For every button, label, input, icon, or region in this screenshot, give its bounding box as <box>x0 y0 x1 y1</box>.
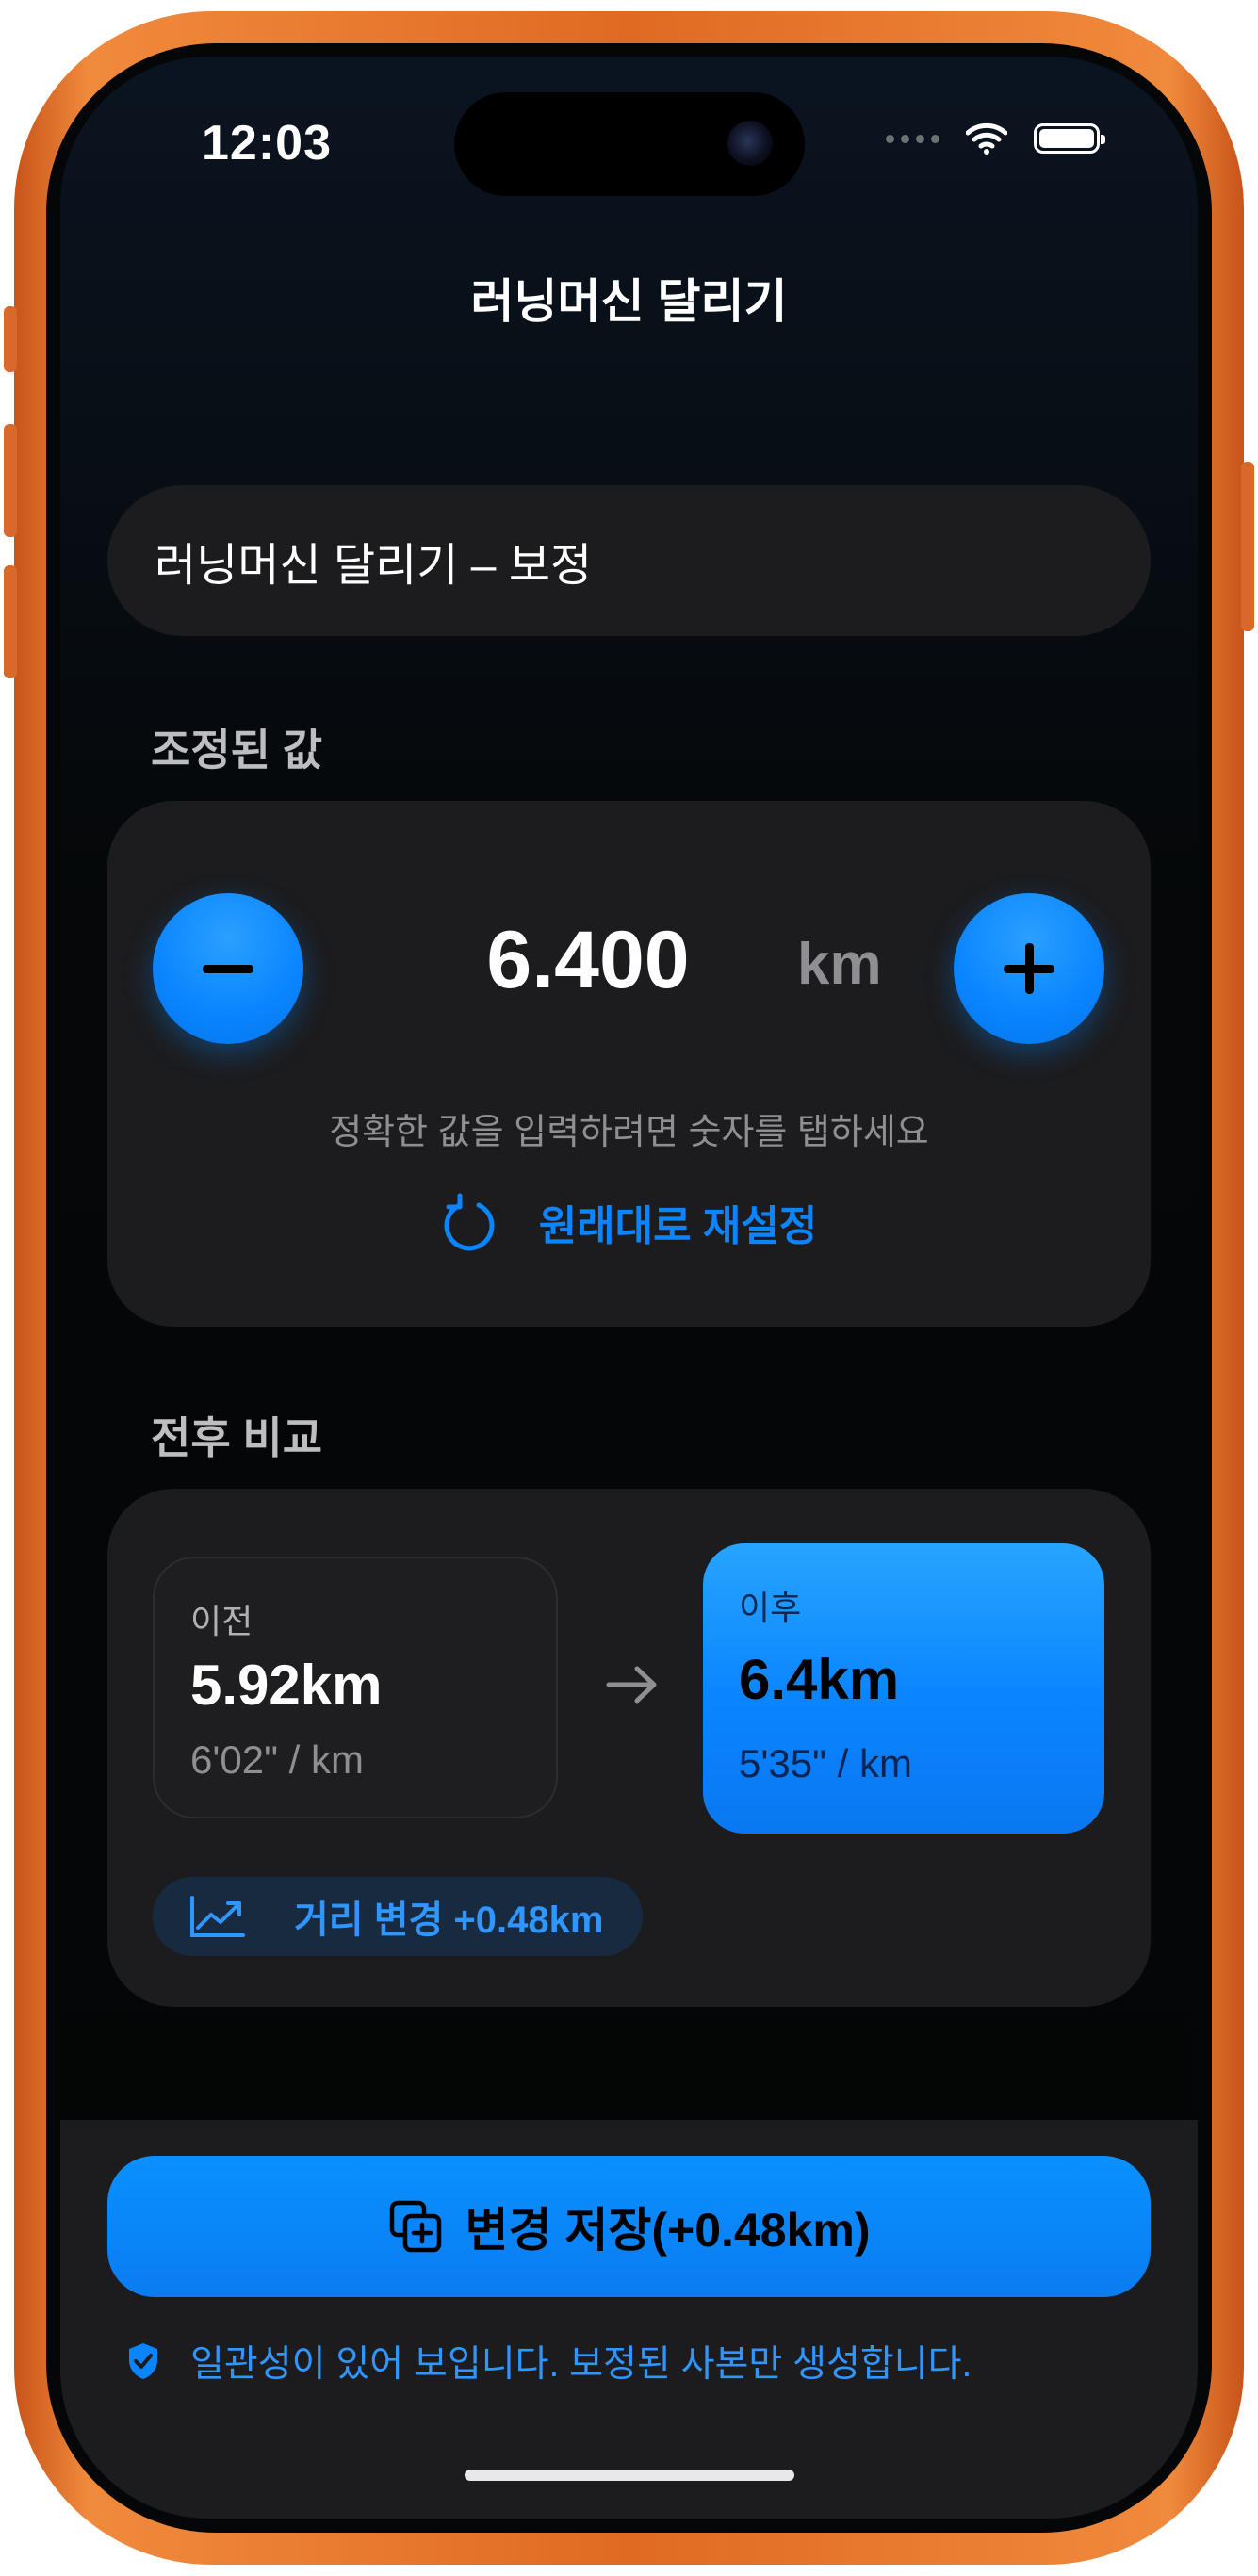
adjusted-value[interactable]: 6.400 <box>428 914 748 1007</box>
reset-icon <box>444 1193 495 1251</box>
arrow-right-icon <box>606 1666 657 1704</box>
unit-label: km <box>797 932 882 997</box>
title-input[interactable]: 러닝머신 달리기 – 보정 <box>107 485 1151 636</box>
distance-change-badge: 거리 변경 +0.48km <box>153 1877 643 1956</box>
adjust-card: 6.400 km 정확한 값을 입력하려면 숫자를 탭하세요 원래대로 재설정 <box>107 801 1151 1327</box>
comparison-card: 이전 5.92km 6'02" / km 이후 6.4km 5'35" / km… <box>107 1489 1151 2007</box>
save-label: 변경 저장(+0.48km) <box>465 2204 871 2257</box>
camera-icon <box>727 121 773 166</box>
volume-up-button <box>4 424 17 537</box>
note-text: 일관성이 있어 보입니다. 보정된 사본만 생성합니다. <box>190 2344 972 2385</box>
signal-icon <box>886 134 939 143</box>
screen: 12:03 러닝머신 달리기 러닝머신 달리기 – 보정 조정된 값 6.400… <box>60 57 1198 2519</box>
volume-down-button <box>4 565 17 678</box>
adjusted-section-label: 조정된 값 <box>151 726 323 774</box>
action-button <box>4 306 17 372</box>
dynamic-island <box>454 92 805 196</box>
power-button <box>1241 462 1254 631</box>
home-indicator[interactable] <box>465 2470 794 2481</box>
status-time: 12:03 <box>202 116 332 171</box>
before-label: 이전 <box>190 1602 253 1640</box>
shield-check-icon <box>129 2343 157 2379</box>
bottom-bar: 변경 저장(+0.48km) 일관성이 있어 보입니다. 보정된 사본만 생성합… <box>60 2120 1198 2519</box>
before-distance: 5.92km <box>190 1654 383 1717</box>
hint-text: 정확한 값을 입력하려면 숫자를 탭하세요 <box>329 1113 929 1152</box>
increment-button[interactable] <box>954 893 1104 1044</box>
comparison-section-label: 전후 비교 <box>151 1413 323 1462</box>
status-indicators <box>886 122 1105 155</box>
page-title: 러닝머신 달리기 <box>470 275 788 328</box>
before-pace: 6'02" / km <box>190 1737 364 1782</box>
save-button[interactable]: 변경 저장(+0.48km) <box>107 2156 1151 2297</box>
after-pace: 5'35" / km <box>739 1741 912 1785</box>
after-box: 이후 6.4km 5'35" / km <box>703 1543 1104 1834</box>
after-distance: 6.4km <box>739 1648 900 1711</box>
minus-icon <box>203 964 253 973</box>
duplicate-plus-icon <box>389 2200 441 2253</box>
battery-icon <box>1034 123 1105 154</box>
distance-change-label: 거리 변경 +0.48km <box>294 1899 604 1941</box>
reset-button[interactable]: 원래대로 재설정 <box>107 1192 1151 1252</box>
wifi-icon <box>966 122 1007 155</box>
reset-label: 원래대로 재설정 <box>538 1203 818 1249</box>
before-box: 이전 5.92km 6'02" / km <box>153 1557 558 1818</box>
trend-up-icon <box>190 1896 245 1937</box>
decrement-button[interactable] <box>153 893 303 1044</box>
consistency-note: 일관성이 있어 보입니다. 보정된 사본만 생성합니다. <box>126 2335 972 2388</box>
after-label: 이후 <box>739 1589 802 1627</box>
